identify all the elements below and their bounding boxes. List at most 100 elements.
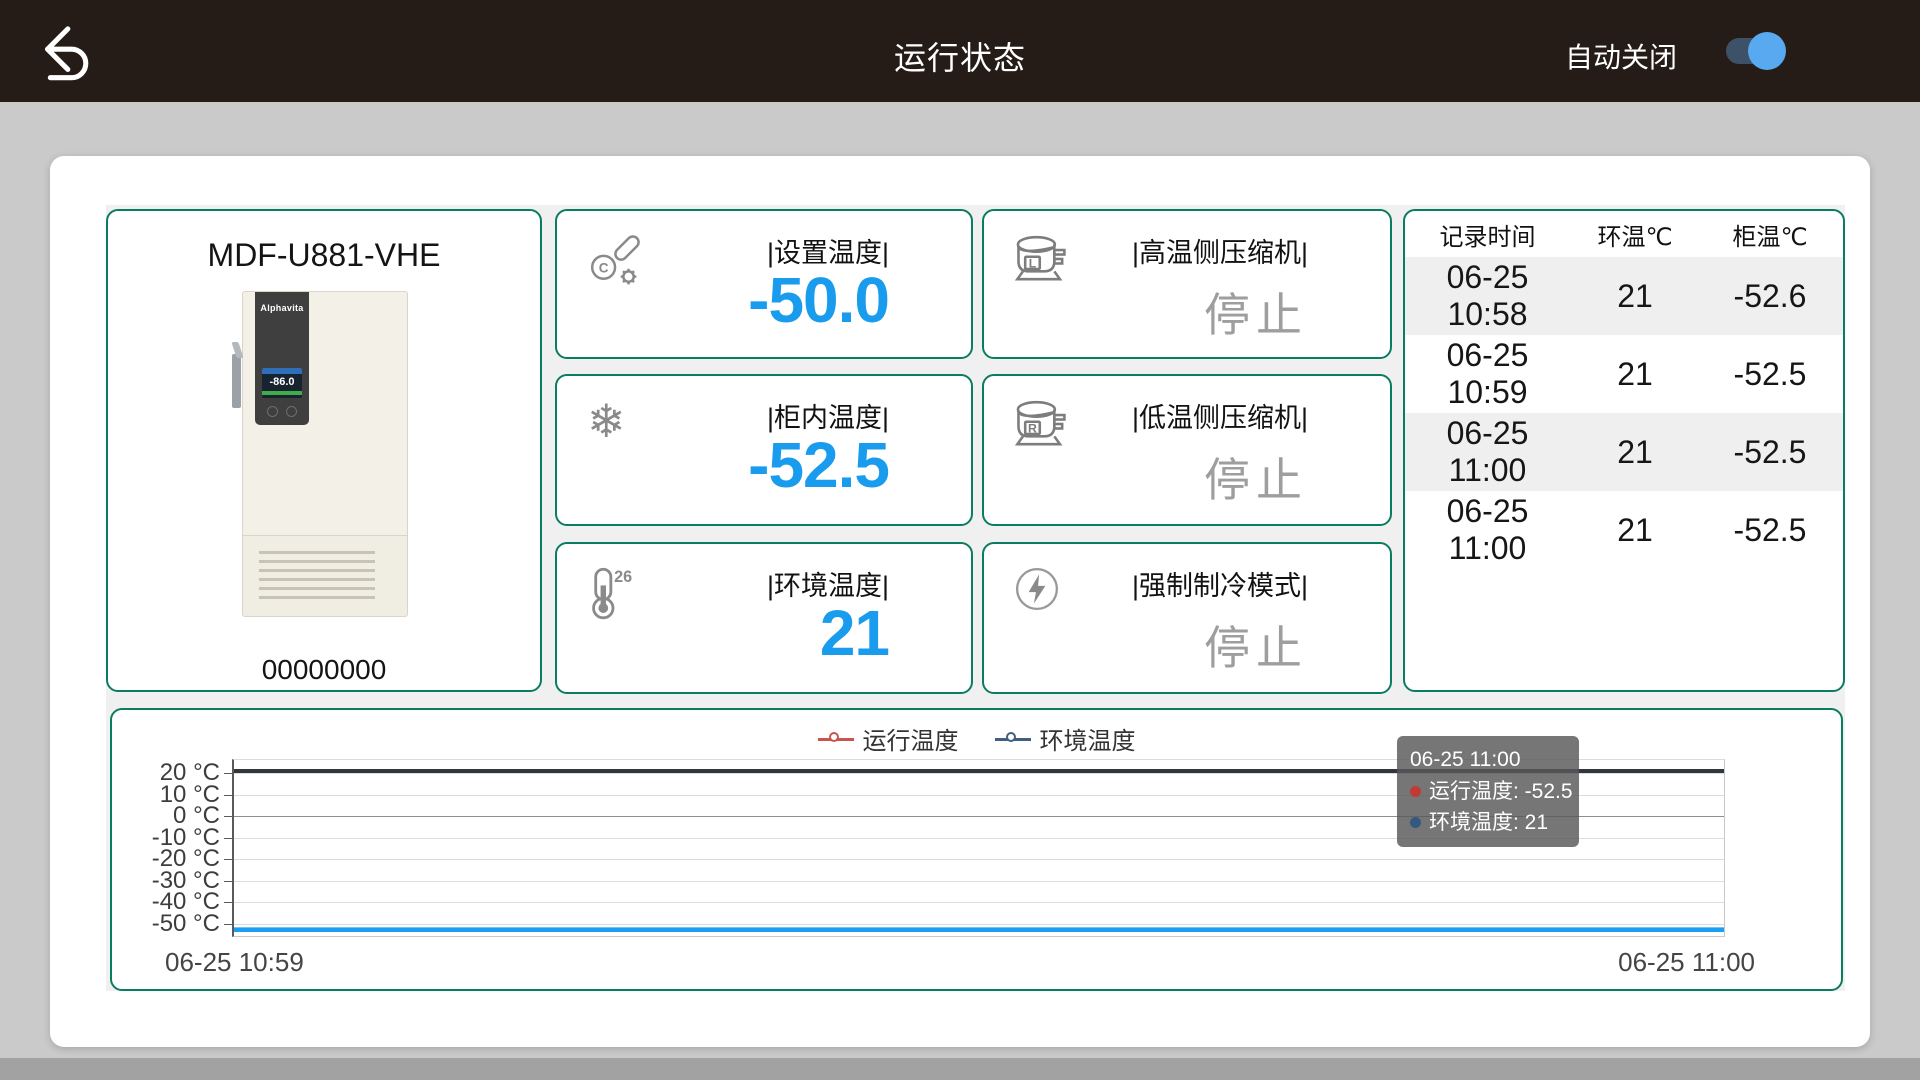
cell-ambient: 21 bbox=[1570, 512, 1700, 549]
freezer-grille bbox=[259, 551, 375, 603]
compressor-letter: R bbox=[1028, 421, 1037, 435]
freezer-button bbox=[286, 406, 297, 417]
temperature-chart-panel: 运行温度 环境温度 bbox=[110, 708, 1843, 991]
gridline bbox=[234, 902, 1724, 903]
axis-tick bbox=[224, 816, 232, 817]
freezer-button bbox=[267, 406, 278, 417]
table-row: 06-25 11:00 21 -52.5 bbox=[1405, 413, 1843, 491]
device-serial: 00000000 bbox=[108, 654, 540, 686]
freezer-vent bbox=[242, 535, 408, 617]
ambient-temp-value: 21 bbox=[820, 596, 889, 670]
panel-cabinet-temp: ❄ |柜内温度| -52.5 bbox=[555, 374, 973, 526]
panel-ambient-temp: 26 |环境温度| 21 bbox=[555, 542, 973, 694]
panel-set-temp: C |设置温度| -50.0 bbox=[555, 209, 973, 359]
compressor-r-icon: R bbox=[1014, 398, 1070, 455]
axis-tick bbox=[224, 773, 232, 774]
cell-time: 06-25 11:00 bbox=[1405, 415, 1570, 489]
bottom-system-strip bbox=[0, 1058, 1920, 1080]
thermometer-26-icon: 26 bbox=[587, 566, 639, 625]
table-row: 06-25 11:00 21 -52.5 bbox=[1405, 491, 1843, 569]
chart-tooltip: 06-25 11:00 运行温度: -52.5 环境温度: 21 bbox=[1397, 736, 1579, 847]
cell-cabinet: -52.6 bbox=[1700, 278, 1840, 315]
cabinet-temp-value: -52.5 bbox=[748, 428, 889, 502]
status-card: MDF-U881-VHE Alphavita -86.0 bbox=[50, 156, 1870, 1047]
compressor-l-icon: L bbox=[1014, 233, 1070, 290]
legend-label: 运行温度 bbox=[863, 721, 959, 756]
thermometer-gear-icon: C bbox=[587, 233, 641, 292]
col-header-cabinet: 柜温℃ bbox=[1700, 217, 1840, 252]
low-side-compressor-state: 停止 bbox=[1204, 444, 1308, 510]
set-temp-value: -50.0 bbox=[748, 263, 889, 337]
col-header-ambient: 环温℃ bbox=[1570, 217, 1700, 252]
freezer-handle bbox=[232, 354, 241, 408]
axis-tick bbox=[224, 881, 232, 882]
table-header: 记录时间 环温℃ 柜温℃ bbox=[1405, 211, 1843, 257]
axis-tick bbox=[224, 924, 232, 925]
panel-high-side-compressor: L |高温侧压缩机| 停止 bbox=[982, 209, 1392, 359]
low-side-compressor-label: |低温侧压缩机| bbox=[1132, 396, 1308, 435]
device-model: MDF-U881-VHE bbox=[108, 237, 540, 274]
freezer-display-bar bbox=[262, 391, 302, 395]
cell-cabinet: -52.5 bbox=[1700, 512, 1840, 549]
cell-ambient: 21 bbox=[1570, 356, 1700, 393]
freezer-image: Alphavita -86.0 bbox=[242, 291, 408, 617]
toggle-knob bbox=[1748, 32, 1786, 70]
chart-legend: 运行温度 环境温度 bbox=[112, 721, 1841, 756]
cell-time: 06-25 10:58 bbox=[1405, 259, 1570, 333]
axis-tick bbox=[224, 902, 232, 903]
cell-time: 06-25 11:00 bbox=[1405, 493, 1570, 567]
axis-tick bbox=[224, 859, 232, 860]
high-side-compressor-label: |高温侧压缩机| bbox=[1132, 231, 1308, 270]
cell-ambient: 21 bbox=[1570, 278, 1700, 315]
auto-close-label: 自动关闭 bbox=[1565, 36, 1677, 76]
forced-cooling-state: 停止 bbox=[1204, 612, 1308, 678]
tooltip-dot-ambient bbox=[1410, 817, 1421, 828]
thermo-letter: C bbox=[599, 260, 609, 275]
page-title: 运行状态 bbox=[894, 33, 1026, 79]
snowflake-icon: ❄ bbox=[587, 398, 626, 444]
legend-marker-running bbox=[818, 732, 854, 746]
tooltip-dot-running bbox=[1410, 786, 1421, 797]
back-button[interactable] bbox=[34, 16, 98, 86]
record-table-panel: 记录时间 环温℃ 柜温℃ 06-25 10:58 21 -52.6 06-25 … bbox=[1403, 209, 1845, 692]
compressor-letter: L bbox=[1029, 256, 1037, 270]
axis-tick bbox=[224, 838, 232, 839]
tooltip-ambient-text: 环境温度: 21 bbox=[1429, 807, 1548, 839]
legend-item-ambient-temp[interactable]: 环境温度 bbox=[995, 721, 1136, 756]
legend-item-running-temp[interactable]: 运行温度 bbox=[818, 721, 959, 756]
forced-cooling-label: |强制制冷模式| bbox=[1132, 564, 1308, 603]
panel-low-side-compressor: R |低温侧压缩机| 停止 bbox=[982, 374, 1392, 526]
tooltip-running-text: 运行温度: -52.5 bbox=[1429, 776, 1573, 808]
thermo-sub-number: 26 bbox=[614, 568, 632, 586]
gridline bbox=[234, 859, 1724, 860]
series-line-running-temp bbox=[234, 927, 1724, 932]
cell-cabinet: -52.5 bbox=[1700, 356, 1840, 393]
axis-tick bbox=[224, 795, 232, 796]
lightning-circle-icon bbox=[1014, 566, 1060, 617]
cell-cabinet: -52.5 bbox=[1700, 434, 1840, 471]
freezer-door: Alphavita -86.0 bbox=[242, 291, 408, 535]
tooltip-running-temp: 运行温度: -52.5 bbox=[1410, 776, 1566, 808]
col-header-time: 记录时间 bbox=[1405, 217, 1570, 252]
table-row: 06-25 10:59 21 -52.5 bbox=[1405, 335, 1843, 413]
x-axis-label-start: 06-25 10:59 bbox=[165, 947, 304, 978]
high-side-compressor-state: 停止 bbox=[1204, 279, 1308, 345]
freezer-display: -86.0 bbox=[262, 368, 302, 398]
tooltip-ambient-temp: 环境温度: 21 bbox=[1410, 807, 1566, 839]
device-panel: MDF-U881-VHE Alphavita -86.0 bbox=[106, 209, 542, 692]
cell-time: 06-25 10:59 bbox=[1405, 337, 1570, 411]
gridline bbox=[234, 924, 1724, 925]
cell-ambient: 21 bbox=[1570, 434, 1700, 471]
tooltip-time: 06-25 11:00 bbox=[1410, 744, 1566, 776]
return-arrow-icon bbox=[34, 73, 98, 90]
auto-close-toggle[interactable] bbox=[1726, 31, 1782, 71]
freezer-control-strip: Alphavita -86.0 bbox=[255, 292, 309, 425]
legend-marker-ambient bbox=[995, 732, 1031, 746]
x-axis-label-end: 06-25 11:00 bbox=[1618, 947, 1755, 978]
panels-area: MDF-U881-VHE Alphavita -86.0 bbox=[106, 205, 1845, 991]
table-row: 06-25 10:58 21 -52.6 bbox=[1405, 257, 1843, 335]
top-bar: 运行状态 自动关闭 bbox=[0, 0, 1920, 102]
gridline bbox=[234, 881, 1724, 882]
y-axis-label: -50 °C bbox=[126, 910, 220, 938]
freezer-display-temp: -86.0 bbox=[262, 374, 302, 391]
